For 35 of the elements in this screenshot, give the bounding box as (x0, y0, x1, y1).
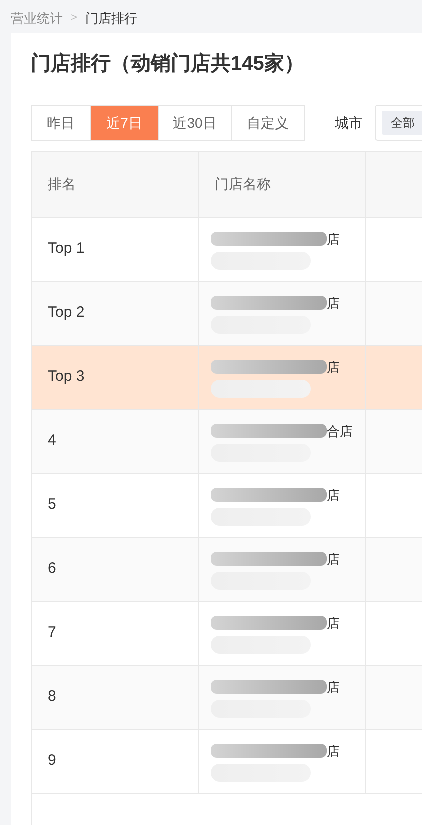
breadcrumb-item: 门店排行 (85, 10, 138, 28)
store-name: 店 (327, 744, 340, 758)
store-name: 店 (327, 232, 340, 246)
store-name: 店 (327, 488, 340, 502)
rank-cell-text: 9 (48, 751, 56, 772)
rank-cell-text: Top 3 (48, 367, 85, 388)
table-row[interactable]: 4 合店 (32, 410, 422, 474)
store-name: 店 (327, 616, 340, 630)
table-row[interactable]: 5 店 (32, 474, 422, 538)
city-select[interactable]: 全部 (375, 105, 422, 141)
rank-cell-text: 6 (48, 559, 56, 580)
store-name: 合店 (327, 424, 353, 438)
breadcrumb-separator: > (71, 11, 78, 26)
page-title: 门店排行（动销门店共145家） (31, 52, 306, 77)
table-row[interactable]: Top 3 店 (32, 346, 422, 410)
column-header: 排名 (32, 152, 199, 217)
store-name: 店 (327, 360, 340, 374)
city-label: 城市 (335, 114, 363, 132)
rank-cell-text: Top 2 (48, 303, 85, 324)
table-row[interactable]: Top 1 店 (32, 218, 422, 282)
table-row[interactable]: 9 店 (32, 730, 422, 794)
table-row[interactable]: 8 店 (32, 666, 422, 730)
rank-cell-text: 5 (48, 495, 56, 516)
rank-cell-text: 4 (48, 431, 56, 452)
store-name: 店 (327, 296, 340, 310)
rank-cell-text: Top 1 (48, 239, 85, 260)
rank-cell-text: 7 (48, 623, 56, 644)
table-row[interactable]: 7 店 (32, 602, 422, 666)
store-name: 店 (327, 552, 340, 566)
table-row[interactable]: Top 2 店 (32, 282, 422, 346)
table-row[interactable]: 6 店 (32, 538, 422, 602)
city-value: 全部 (382, 111, 422, 135)
column-header: 门店名称 (199, 152, 366, 217)
store-name: 店 (327, 680, 340, 694)
rank-cell-text: 8 (48, 687, 56, 708)
